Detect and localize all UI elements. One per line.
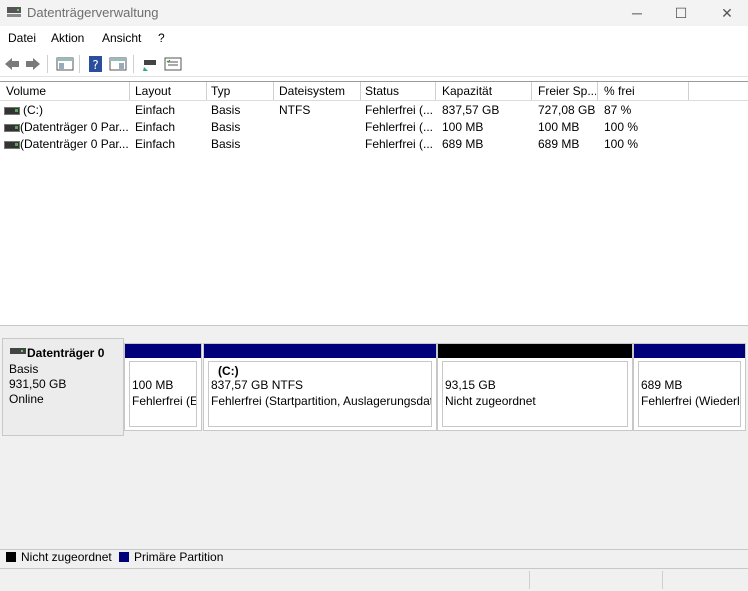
partition-type-bar — [204, 344, 436, 358]
column-divider[interactable] — [597, 82, 598, 100]
partition-size: 837,57 GB NTFS — [211, 378, 304, 392]
disk-icon[interactable] — [141, 55, 159, 73]
column-header-layout[interactable]: Layout — [135, 84, 203, 98]
column-header-prozent-frei[interactable]: % frei — [604, 84, 684, 98]
cell-volume: (Datenträger 0 Par... — [20, 120, 128, 134]
column-divider[interactable] — [360, 82, 361, 100]
cell-prozent-frei: 100 % — [604, 120, 639, 134]
menu-aktion[interactable]: Aktion — [51, 31, 84, 45]
cell-freier-speicher: 689 MB — [538, 137, 580, 151]
column-header-freier-speicher[interactable]: Freier Sp... — [538, 84, 596, 98]
legend-swatch-unallocated — [6, 552, 16, 562]
cell-freier-speicher: 100 MB — [538, 120, 580, 134]
partition-status: Nicht zugeordnet — [445, 394, 536, 408]
menu-ansicht[interactable]: Ansicht — [102, 31, 141, 45]
cell-dateisystem: NTFS — [279, 103, 311, 117]
partition-status: Fehlerfrei (Wiederh — [641, 394, 739, 408]
column-divider[interactable] — [531, 82, 532, 100]
cell-kapazitaet: 100 MB — [442, 120, 484, 134]
disk-management-app-icon — [7, 7, 21, 17]
volume-list-icon[interactable] — [164, 55, 182, 73]
cell-volume: (C:) — [23, 103, 43, 117]
close-icon: ✕ — [721, 4, 733, 21]
cell-kapazitaet: 689 MB — [442, 137, 484, 151]
cell-typ: Basis — [211, 120, 241, 134]
partition-status: Fehlerfrei (Startpartition, Auslagerungs… — [211, 394, 431, 408]
forward-icon[interactable] — [24, 55, 42, 73]
cell-kapazitaet: 837,57 GB — [442, 103, 500, 117]
window-title: Datenträgerverwaltung — [27, 5, 159, 20]
status-bar — [0, 568, 748, 591]
partition-label: (C:) — [218, 364, 239, 378]
svg-text:?: ? — [92, 58, 98, 72]
cell-status: Fehlerfrei (... — [365, 103, 433, 117]
partition-size: 100 MB — [132, 378, 174, 392]
minimize-icon: ─ — [632, 5, 642, 21]
cell-layout: Einfach — [135, 137, 176, 151]
partition-type-bar — [634, 344, 745, 358]
menu-datei[interactable]: Datei — [8, 31, 36, 45]
legend-bar — [0, 549, 748, 568]
cell-typ: Basis — [211, 137, 241, 151]
partition-status: Fehlerfrei (E — [132, 394, 196, 408]
cell-prozent-frei: 100 % — [604, 137, 639, 151]
column-header-dateisystem[interactable]: Dateisystem — [279, 84, 359, 98]
toolbar-separator — [133, 55, 134, 73]
cell-status: Fehlerfrei (... — [365, 120, 433, 134]
partition-size: 93,15 GB — [445, 378, 496, 392]
help-icon[interactable]: ? — [87, 55, 105, 73]
console-tree-icon[interactable] — [56, 55, 74, 73]
column-header-status[interactable]: Status — [365, 84, 431, 98]
cell-layout: Einfach — [135, 103, 176, 117]
cell-typ: Basis — [211, 103, 241, 117]
volume-icon — [4, 141, 20, 149]
cell-status: Fehlerfrei (... — [365, 137, 433, 151]
cell-prozent-frei: 87 % — [604, 103, 632, 117]
partition-size: 689 MB — [641, 378, 683, 392]
column-divider[interactable] — [206, 82, 207, 100]
back-icon[interactable] — [3, 55, 21, 73]
disk-name: Datenträger 0 — [27, 346, 105, 360]
column-divider[interactable] — [688, 82, 689, 100]
column-divider[interactable] — [435, 82, 436, 100]
column-divider[interactable] — [129, 82, 130, 100]
column-header-kapazitaet[interactable]: Kapazität — [442, 84, 530, 98]
disk-icon — [10, 348, 26, 354]
toolbar-separator — [79, 55, 80, 73]
legend-label-unallocated: Nicht zugeordnet — [21, 550, 112, 564]
cell-volume: (Datenträger 0 Par... — [20, 137, 128, 151]
legend-swatch-primary — [119, 552, 129, 562]
volume-icon — [4, 107, 20, 115]
column-header-typ[interactable]: Typ — [211, 84, 271, 98]
toolbar-separator — [47, 55, 48, 73]
partition-type-bar — [438, 344, 632, 358]
close-button[interactable]: ✕ — [704, 0, 748, 26]
status-bar-separator — [529, 571, 530, 589]
column-header-volume[interactable]: Volume — [6, 84, 126, 98]
disk-type: Basis — [9, 362, 39, 376]
maximize-icon: ☐ — [674, 4, 688, 21]
menu-help[interactable]: ? — [158, 31, 165, 45]
status-bar-separator — [662, 571, 663, 589]
cell-freier-speicher: 727,08 GB — [538, 103, 596, 117]
partition-type-bar — [125, 344, 201, 358]
maximize-button[interactable]: ☐ — [658, 0, 704, 26]
properties-icon[interactable] — [109, 55, 127, 73]
volume-icon — [4, 124, 20, 132]
legend-label-primary: Primäre Partition — [134, 550, 224, 564]
minimize-button[interactable]: ─ — [614, 0, 660, 26]
cell-layout: Einfach — [135, 120, 176, 134]
disk-state: Online — [9, 392, 44, 406]
disk-size: 931,50 GB — [9, 377, 67, 391]
column-divider[interactable] — [273, 82, 274, 100]
